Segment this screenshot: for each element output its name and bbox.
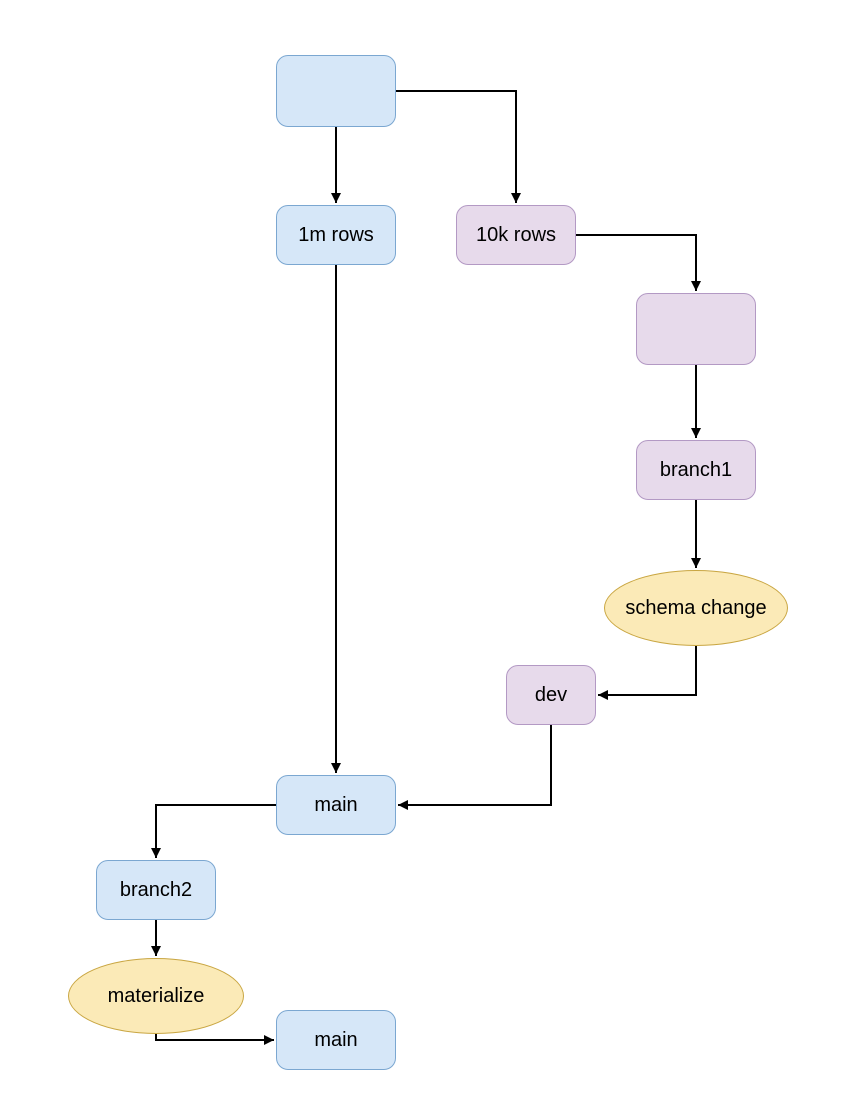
node-materialize-label: materialize: [108, 985, 205, 1008]
node-branch2: branch2: [96, 860, 216, 920]
node-rows-10k: 10k rows: [456, 205, 576, 265]
edge-materialize-main2: [156, 1034, 274, 1040]
node-main: main: [276, 775, 396, 835]
edge-main-branch2: [156, 805, 276, 858]
node-rows-1m: 1m rows: [276, 205, 396, 265]
node-main2: main: [276, 1010, 396, 1070]
edges-layer: [0, 0, 856, 1113]
node-branch1-label: branch1: [660, 459, 732, 482]
node-rows-1m-label: 1m rows: [298, 224, 374, 247]
node-schema-change: schema change: [604, 570, 788, 646]
node-dev-label: dev: [535, 684, 567, 707]
node-root: [276, 55, 396, 127]
node-main2-label: main: [314, 1029, 357, 1052]
edge-schema-dev: [598, 646, 696, 695]
node-branch1: branch1: [636, 440, 756, 500]
diagram-canvas: 1m rows 10k rows branch1 schema change d…: [0, 0, 856, 1113]
node-rows-10k-label: 10k rows: [476, 224, 556, 247]
node-main-label: main: [314, 794, 357, 817]
edge-rows10k-empty: [576, 235, 696, 291]
node-empty-purple: [636, 293, 756, 365]
edge-dev-main: [398, 725, 551, 805]
edge-root-rows10k: [396, 91, 516, 203]
node-materialize: materialize: [68, 958, 244, 1034]
node-dev: dev: [506, 665, 596, 725]
node-schema-change-label: schema change: [625, 597, 766, 620]
node-branch2-label: branch2: [120, 879, 192, 902]
